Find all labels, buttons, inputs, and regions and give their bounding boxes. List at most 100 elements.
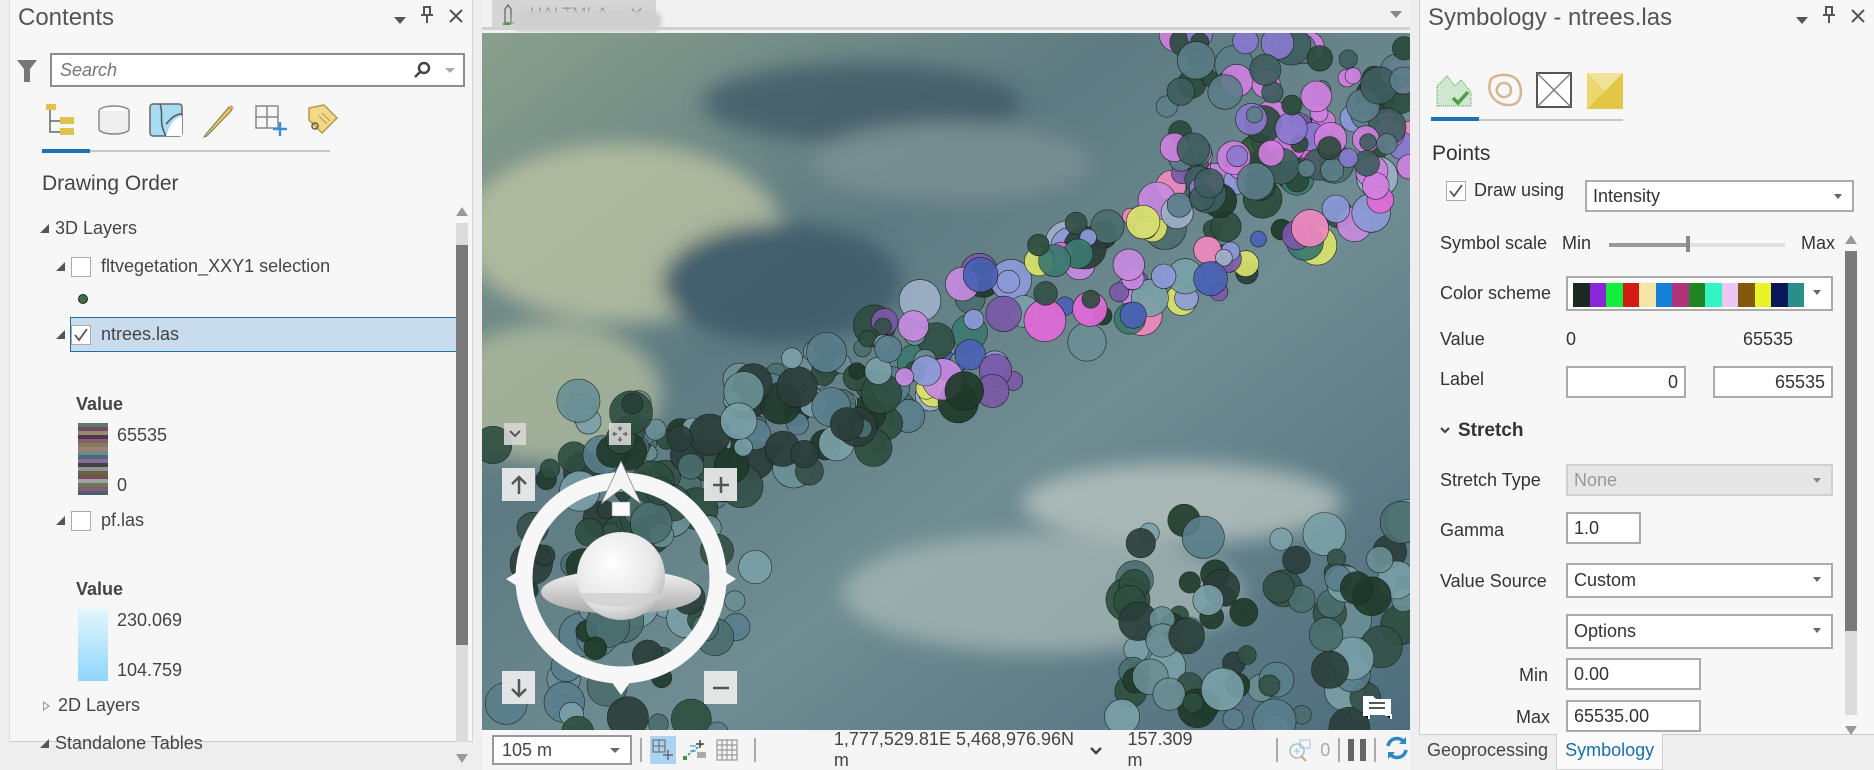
tree-crown [1344, 67, 1362, 85]
pane-options-icon[interactable] [1796, 7, 1808, 30]
selected-features-button[interactable]: 0 [1286, 738, 1330, 762]
edges-tab[interactable] [1584, 70, 1624, 110]
expand-icon[interactable] [40, 739, 49, 748]
chevron-down-icon [1813, 577, 1821, 582]
tree-crown [1317, 136, 1342, 161]
group-3d-layers[interactable]: 3D Layers [40, 218, 137, 239]
ramp-stripe [78, 447, 108, 451]
color-swatch [1771, 283, 1788, 307]
snapping-toggle[interactable] [649, 736, 676, 764]
pin-icon[interactable] [420, 6, 434, 30]
group-2d-layers[interactable]: 2D Layers [43, 695, 140, 716]
symbology-scrollbar[interactable] [1845, 235, 1857, 735]
triangles-tab[interactable] [1534, 70, 1574, 110]
navigator-collapse-button[interactable] [504, 423, 526, 445]
expand-icon[interactable] [56, 516, 65, 525]
color-swatch [1688, 283, 1705, 307]
tree-crown [1027, 233, 1050, 257]
close-icon[interactable] [448, 7, 464, 30]
label-max-input[interactable]: 65535 [1713, 366, 1833, 398]
scroll-up-icon[interactable] [456, 207, 468, 216]
tree-crown [1250, 230, 1267, 248]
scene-canvas[interactable] [482, 33, 1410, 730]
symbology-title: Symbology - ntrees.las [1428, 4, 1673, 31]
draw-using-checkbox[interactable] [1446, 180, 1466, 201]
layer-ntrees[interactable]: ntrees.las [56, 324, 179, 345]
refresh-button[interactable] [1384, 735, 1410, 766]
pin-icon[interactable] [1822, 6, 1836, 30]
filter-icon[interactable] [16, 58, 38, 84]
grid-toggle[interactable] [714, 736, 740, 764]
expand-icon[interactable] [56, 262, 65, 271]
layer-fltvegetation[interactable]: fltvegetation_XXY1 selection [56, 256, 330, 277]
expand-icon[interactable] [56, 330, 65, 339]
attribution-icon[interactable] [1360, 690, 1394, 720]
search-options-dropdown[interactable] [445, 68, 455, 73]
scrollbar-thumb[interactable] [1845, 251, 1857, 631]
stretch-section-header[interactable]: Stretch [1440, 420, 1523, 442]
close-icon[interactable] [1850, 7, 1866, 30]
list-by-snapping-icon[interactable] [250, 100, 290, 140]
navigator-control[interactable] [506, 458, 736, 698]
layer-name: fltvegetation_XXY1 selection [101, 256, 331, 276]
full-extent-button[interactable] [609, 423, 631, 445]
scale-dropdown[interactable]: 105 m [492, 735, 633, 765]
tab-symbology[interactable]: Symbology [1556, 734, 1664, 770]
layer-visibility-checkbox[interactable] [71, 510, 91, 531]
list-by-data-source-icon[interactable] [94, 100, 134, 140]
expand-icon[interactable] [43, 700, 51, 711]
search-box[interactable] [50, 53, 465, 87]
list-by-editing-icon[interactable] [198, 100, 238, 140]
symbology-pane: Symbology - ntrees.las Points Draw using… [1419, 0, 1874, 735]
search-input[interactable] [52, 55, 392, 85]
min-input[interactable]: 0.00 [1566, 658, 1701, 690]
contents-title: Contents [18, 4, 115, 31]
symbol-scale-slider[interactable] [1609, 236, 1785, 252]
map-tab[interactable]: HALTMI-A ✕ [492, 0, 662, 32]
max-input[interactable]: 65535.00 [1566, 700, 1701, 732]
pause-drawing-button[interactable] [1348, 739, 1367, 761]
value-source-dropdown[interactable]: Custom [1566, 563, 1833, 598]
scroll-down-icon[interactable] [1845, 726, 1857, 735]
color-scheme-dropdown[interactable] [1566, 276, 1833, 311]
slider-handle[interactable] [1686, 236, 1691, 252]
symbol-scale-max-label: Max [1801, 233, 1836, 253]
tree-crown [1181, 515, 1225, 559]
expand-icon[interactable] [40, 224, 49, 233]
list-by-labeling-icon[interactable] [302, 100, 342, 140]
tab-list-dropdown[interactable] [1390, 11, 1402, 18]
label-min-input[interactable]: 0 [1566, 366, 1686, 398]
triangle-faces-icon [1536, 72, 1572, 108]
tree-crown [1257, 139, 1285, 167]
primary-symbology-tab[interactable] [1434, 70, 1474, 110]
ramp-stripe [78, 459, 108, 463]
list-by-drawing-order-icon[interactable] [42, 100, 82, 140]
coordinate-format-dropdown[interactable] [1089, 740, 1103, 761]
contours-tab[interactable] [1484, 70, 1524, 110]
contents-pane: Contents Search Drawing Order 3D Layers … [9, 0, 473, 763]
stretch-type-dropdown[interactable]: None [1566, 464, 1833, 496]
draw-using-dropdown[interactable]: Intensity [1585, 180, 1854, 212]
pane-options-icon[interactable] [394, 7, 406, 30]
gamma-input[interactable]: 1.0 [1566, 512, 1641, 544]
scrollbar-thumb[interactable] [456, 245, 468, 645]
layer-pf[interactable]: pf.las [56, 510, 144, 531]
contents-scrollbar[interactable] [456, 207, 468, 763]
color-swatch [1622, 283, 1639, 307]
layer-visibility-checkbox[interactable] [71, 256, 91, 277]
tab-geoprocessing[interactable]: Geoprocessing [1419, 734, 1556, 770]
layer-visibility-checkbox[interactable] [71, 324, 91, 345]
tree-crown [874, 335, 903, 363]
scroll-up-icon[interactable] [1845, 235, 1857, 244]
list-by-selection-icon[interactable] [146, 100, 186, 140]
tree-crown [556, 378, 601, 423]
tree-crown [790, 440, 819, 469]
ramp-stripe [78, 483, 108, 487]
search-icon[interactable] [413, 61, 431, 84]
grid-snapping-toggle[interactable] [682, 736, 708, 764]
scroll-down-icon[interactable] [456, 754, 468, 763]
ramp-stripe [78, 439, 108, 443]
group-standalone-tables[interactable]: Standalone Tables [40, 733, 203, 754]
options-dropdown[interactable]: Options [1566, 614, 1833, 649]
gamma-value: 1.0 [1574, 517, 1600, 538]
